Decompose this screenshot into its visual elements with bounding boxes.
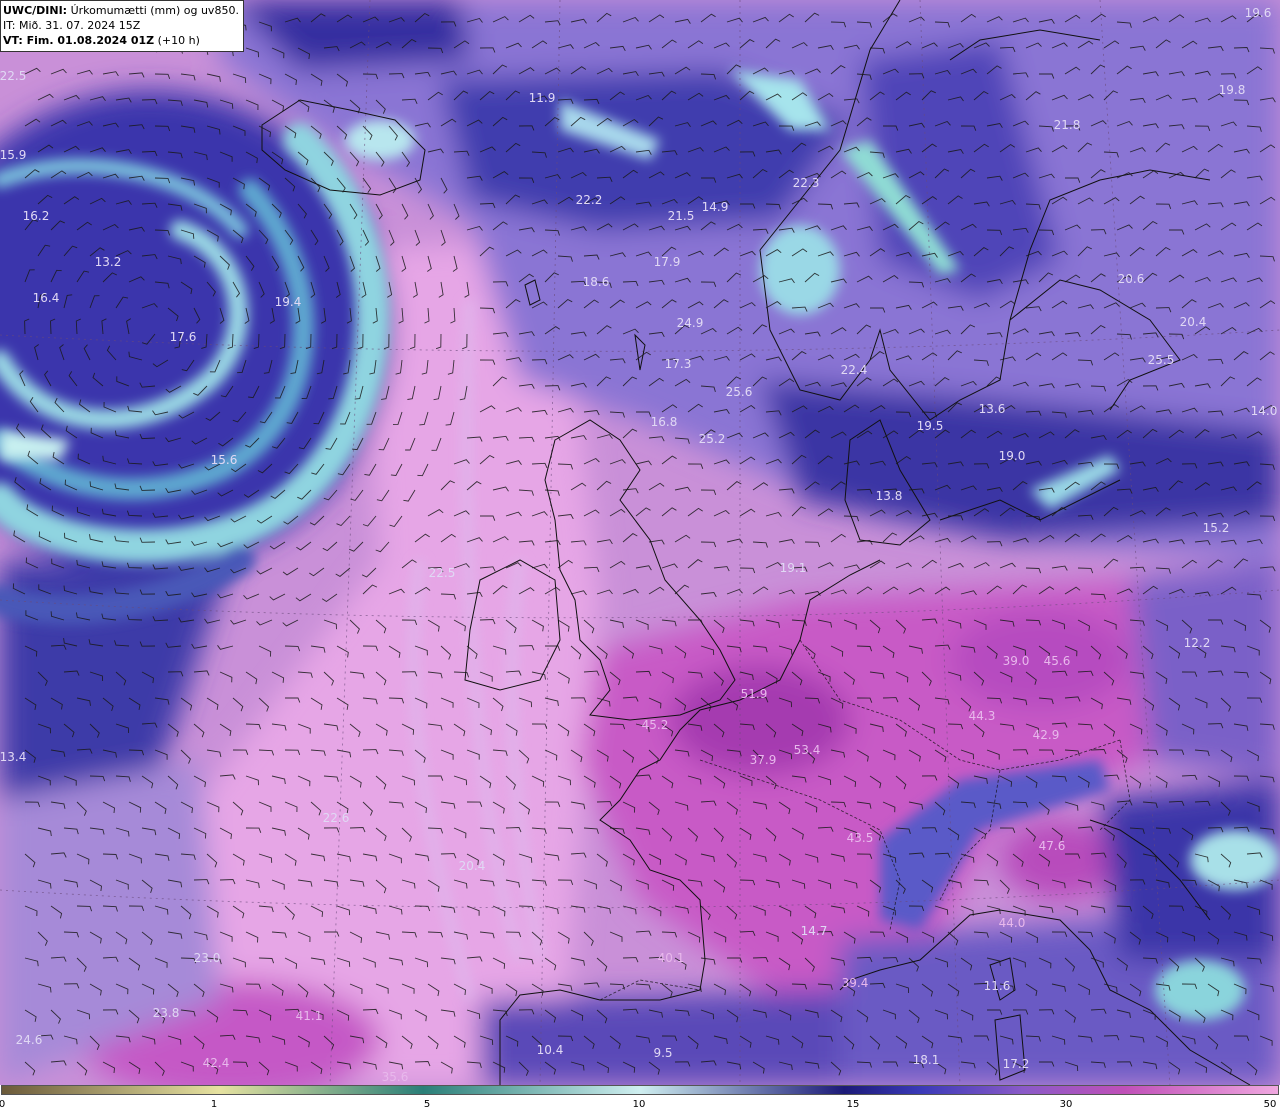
colorbar-tick-label: 15 <box>846 1099 860 1110</box>
init-time: IT: Mið. 31. 07. 2024 15Z <box>3 19 141 32</box>
colorbar-tick-label: 50 <box>1263 1099 1277 1110</box>
title-line: UWC/DINI: Úrkomumætti (mm) og uv850. <box>3 3 239 18</box>
forecast-lead: (+10 h) <box>157 34 200 47</box>
colorbar-tick-label: 5 <box>423 1099 431 1110</box>
colorbar-tick-label: 1 <box>210 1099 218 1110</box>
colorbar-tick-label: 0 <box>0 1099 6 1110</box>
product-title: Úrkomumætti (mm) og uv850. <box>70 4 239 17</box>
valid-time-line: VT: Fim. 01.08.2024 01Z (+10 h) <box>3 33 239 48</box>
map-canvas <box>0 0 1280 1085</box>
precipitable-water-map: 19.6 22.5 11.9 15.9 19.8 21.8 22.2 22.3 21.5 14.9… <box>0 0 1280 1085</box>
colorbar-gradient <box>1 1085 1279 1095</box>
colorbar-tick-label: 10 <box>632 1099 646 1110</box>
model-name: UWC/DINI: <box>3 4 68 17</box>
colorbar-tick-label: 30 <box>1059 1099 1073 1110</box>
valid-time: VT: Fim. 01.08.2024 01Z <box>3 34 155 47</box>
map-info-box: UWC/DINI: Úrkomumætti (mm) og uv850. IT:… <box>0 0 244 52</box>
colorbar-legend: 0 1 5 10 15 30 50 <box>0 1085 1280 1115</box>
